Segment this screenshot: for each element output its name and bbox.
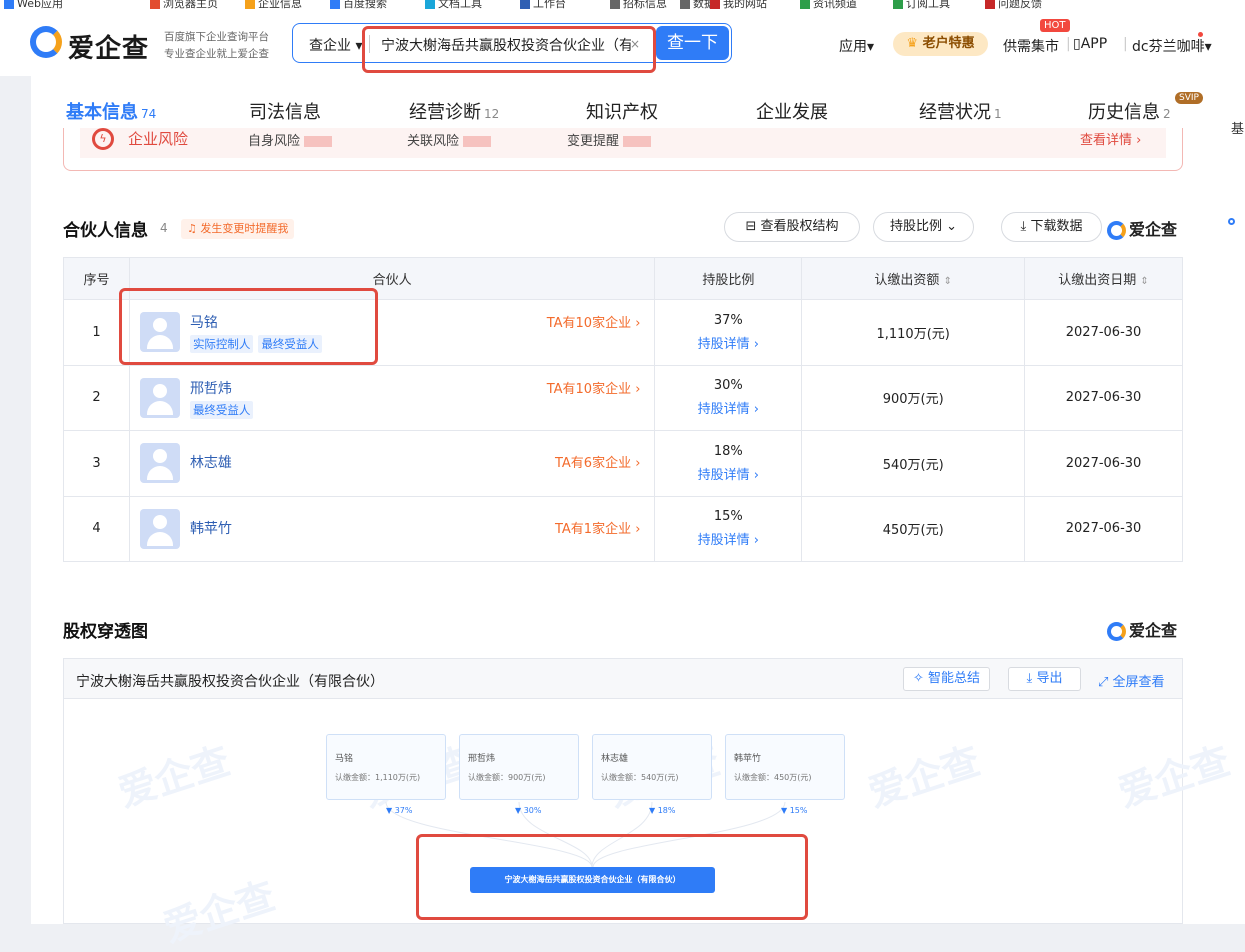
bookmark-label: 工作台: [533, 0, 566, 10]
node-pct-value: 30%: [523, 806, 542, 815]
bookmark-label: 百度搜索: [343, 0, 387, 10]
right-rail: [1215, 76, 1245, 924]
node-pct: ▼ 18%: [649, 806, 675, 815]
equity-node[interactable]: 林志雄认缴金额：540万(元): [592, 734, 712, 800]
node-amount: 认缴金额：450万(元): [734, 773, 812, 782]
search-button[interactable]: 查一下: [656, 26, 729, 60]
search-type-label: 查企业: [309, 38, 351, 54]
node-amount: 认缴金额：900万(元): [468, 773, 546, 782]
tagline-1: 百度旗下企业查询平台: [164, 31, 269, 43]
equity-node[interactable]: 韩苹竹认缴金额：450万(元): [725, 734, 845, 800]
bookmark-2[interactable]: 企业信息: [245, 0, 302, 10]
logo-text[interactable]: 爱企查: [68, 28, 149, 65]
arrow-down-icon: ▼: [515, 806, 524, 815]
bookmark-label: 浏览器主页: [163, 0, 218, 10]
bookmark-0[interactable]: Web应用: [4, 0, 63, 10]
nav-apps-label: 应用: [839, 39, 867, 55]
right-rail-label[interactable]: 基: [1231, 118, 1244, 137]
node-pct: ▼ 30%: [515, 806, 541, 815]
bookmark-4[interactable]: 文档工具: [425, 0, 482, 10]
bookmark-label: 企业信息: [258, 0, 302, 10]
bookmark-10[interactable]: 订阅工具: [893, 0, 950, 10]
node-pct-value: 15%: [789, 806, 808, 815]
vip-label: 老户特惠: [922, 36, 975, 51]
nav-market[interactable]: 供需集市: [1003, 36, 1059, 56]
nav-divider: |: [1123, 36, 1128, 52]
nav-app[interactable]: ▯APP: [1073, 36, 1107, 52]
arrow-down-icon: ▼: [386, 806, 395, 815]
bookmarks-bar: Web应用 浏览器主页 企业信息 百度搜索 文档工具 工作台 招标信息 数据 我…: [0, 0, 1245, 10]
user-name: dc芬兰咖啡: [1132, 39, 1205, 55]
bookmark-1[interactable]: 浏览器主页: [150, 0, 218, 10]
hot-badge: HOT: [1040, 19, 1070, 32]
notification-dot: [1198, 32, 1203, 37]
caret-down-icon: ▾: [867, 39, 875, 55]
node-name: 林志雄: [601, 754, 629, 764]
tagline-2: 专业查企业就上爱企查: [164, 48, 269, 60]
crown-icon: ♛: [906, 36, 923, 51]
bookmark-8[interactable]: 我的网站: [710, 0, 767, 10]
main-content: 基本信息 74 司法信息 经营诊断 12 知识产权 企业发展 经营状况 1 历史信息 2…: [31, 76, 1235, 950]
node-name: 韩苹竹: [734, 754, 762, 764]
logo-icon[interactable]: [30, 26, 62, 58]
equity-node[interactable]: 马铭认缴金额：1,110万(元): [326, 734, 446, 800]
node-amount: 认缴金额：540万(元): [601, 773, 679, 782]
search-type-select[interactable]: 查企业 ▾: [309, 35, 362, 55]
nav-divider: |: [1066, 36, 1071, 52]
bookmark-label: 招标信息: [623, 0, 667, 10]
node-pct: ▼ 15%: [781, 806, 807, 815]
user-menu[interactable]: dc芬兰咖啡▾: [1132, 36, 1212, 56]
right-rail-dot-icon[interactable]: [1228, 218, 1235, 225]
bookmark-label: 我的网站: [723, 0, 767, 10]
bookmark-3[interactable]: 百度搜索: [330, 0, 387, 10]
bookmark-11[interactable]: 问题反馈: [985, 0, 1042, 10]
bookmark-5[interactable]: 工作台: [520, 0, 566, 10]
node-pct: ▼ 37%: [386, 806, 412, 815]
node-name: 马铭: [335, 754, 354, 764]
bookmark-label: 问题反馈: [998, 0, 1042, 10]
vip-promo-button[interactable]: ♛ 老户特惠: [893, 32, 988, 56]
phone-icon: ▯: [1073, 36, 1081, 52]
bookmark-label: Web应用: [17, 0, 63, 10]
caret-down-icon: ▾: [1204, 39, 1212, 55]
node-pct-value: 37%: [394, 806, 413, 815]
highlight-box-center: [416, 834, 808, 920]
bookmark-label: 订阅工具: [906, 0, 950, 10]
nav-app-label: APP: [1080, 36, 1108, 52]
node-name: 邢哲炜: [468, 754, 496, 764]
node-pct-value: 18%: [657, 806, 676, 815]
arrow-down-icon: ▼: [649, 806, 658, 815]
equity-node[interactable]: 邢哲炜认缴金额：900万(元): [459, 734, 579, 800]
top-bar: 爱企查 百度旗下企业查询平台 专业查企业就上爱企查 查企业 ▾ 宁波大榭海岳共赢…: [0, 10, 1245, 76]
bookmark-6[interactable]: 招标信息: [610, 0, 667, 10]
highlight-box-partner: [119, 288, 378, 365]
nav-apps[interactable]: 应用▾: [839, 36, 874, 56]
node-amount: 认缴金额：1,110万(元): [335, 773, 421, 782]
highlight-box-search: [362, 26, 656, 73]
caret-down-icon: ▾: [351, 38, 363, 54]
arrow-down-icon: ▼: [781, 806, 790, 815]
bookmark-label: 文档工具: [438, 0, 482, 10]
bookmark-label: 资讯频道: [813, 0, 857, 10]
bookmark-9[interactable]: 资讯频道: [800, 0, 857, 10]
